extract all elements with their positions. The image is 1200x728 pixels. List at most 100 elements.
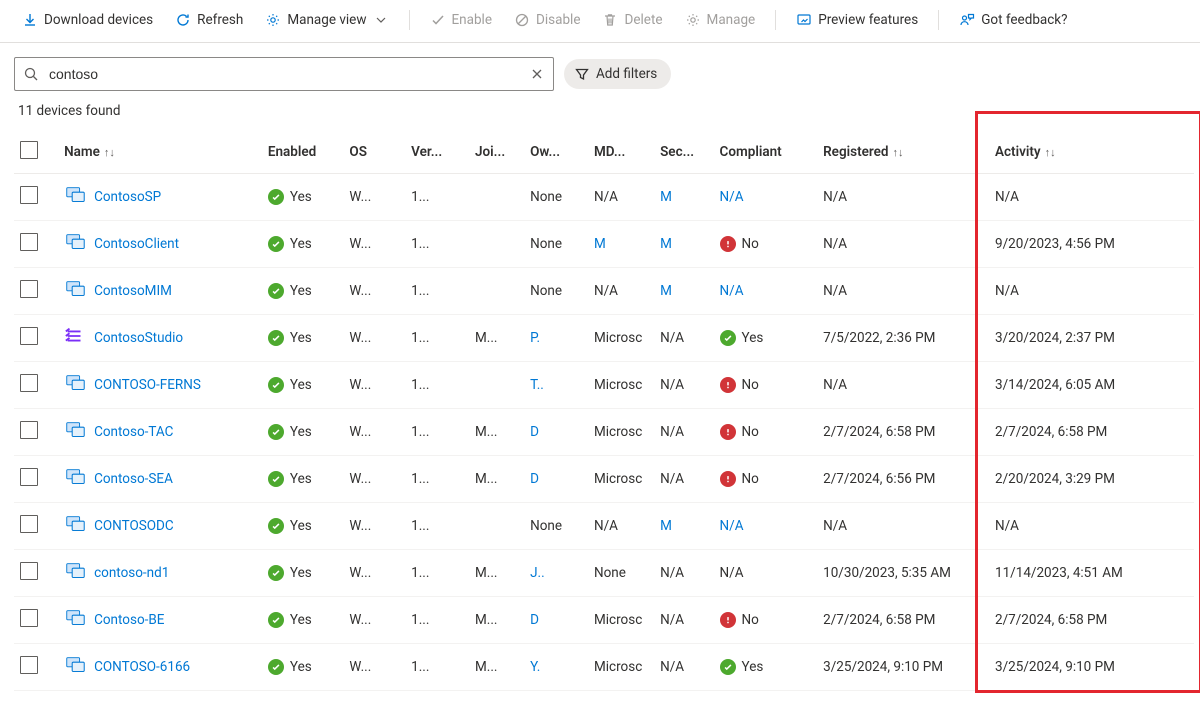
device-name-link[interactable]: CONTOSO-6166 bbox=[94, 659, 190, 675]
owner-link[interactable]: T.. bbox=[530, 377, 544, 393]
cell-name: Contoso-TAC bbox=[58, 409, 262, 456]
cell-mdm: N/A bbox=[588, 174, 654, 221]
col-version[interactable]: Ver... bbox=[405, 131, 469, 174]
compliant-status: Yes bbox=[720, 659, 764, 675]
cell-enabled: Yes bbox=[262, 409, 344, 456]
device-name-link[interactable]: Contoso-BE bbox=[94, 612, 164, 628]
device-name-link[interactable]: CONTOSODC bbox=[94, 518, 174, 534]
cell-mdm: N/A bbox=[588, 268, 654, 315]
mdm-link[interactable]: M bbox=[594, 236, 606, 252]
device-icon bbox=[64, 278, 86, 304]
cell-os: W... bbox=[343, 174, 405, 221]
cell-security: N/A bbox=[654, 550, 713, 597]
col-security[interactable]: Sec... bbox=[654, 131, 713, 174]
col-name[interactable]: Name↑↓ bbox=[58, 131, 262, 174]
col-join[interactable]: Joi... bbox=[469, 131, 524, 174]
row-checkbox[interactable] bbox=[20, 233, 38, 251]
device-name-link[interactable]: Contoso-TAC bbox=[94, 424, 173, 440]
row-checkbox[interactable] bbox=[20, 468, 38, 486]
refresh-button[interactable]: Refresh bbox=[167, 8, 251, 32]
search-input[interactable] bbox=[47, 65, 521, 83]
cell-os: W... bbox=[343, 503, 405, 550]
compliant-na-link[interactable]: N/A bbox=[720, 189, 744, 205]
gear-icon bbox=[685, 12, 701, 28]
cell-name: ContosoSP bbox=[58, 174, 262, 221]
col-compliant[interactable]: Compliant bbox=[714, 131, 818, 174]
col-os[interactable]: OS bbox=[343, 131, 405, 174]
cell-enabled: Yes bbox=[262, 503, 344, 550]
cell-os: W... bbox=[343, 409, 405, 456]
cell-os: W... bbox=[343, 456, 405, 503]
row-checkbox[interactable] bbox=[20, 374, 38, 392]
device-name-link[interactable]: CONTOSO-FERNS bbox=[94, 377, 201, 393]
cell-enabled: Yes bbox=[262, 550, 344, 597]
owner-link[interactable]: P. bbox=[530, 330, 540, 346]
owner-link[interactable]: D bbox=[530, 424, 539, 440]
col-mdm[interactable]: MD... bbox=[588, 131, 654, 174]
cell-join: M... bbox=[469, 550, 524, 597]
device-name-link[interactable]: ContosoSP bbox=[94, 189, 161, 205]
device-name-link[interactable]: Contoso-SEA bbox=[94, 471, 173, 487]
cell-owner: None bbox=[524, 221, 588, 268]
device-name-link[interactable]: ContosoStudio bbox=[94, 330, 183, 346]
download-devices-button[interactable]: Download devices bbox=[14, 8, 161, 32]
security-link[interactable]: M bbox=[660, 518, 672, 534]
row-checkbox[interactable] bbox=[20, 515, 38, 533]
row-checkbox[interactable] bbox=[20, 421, 38, 439]
col-select-all[interactable] bbox=[14, 131, 58, 174]
security-link[interactable]: M bbox=[660, 283, 672, 299]
clear-search-icon[interactable] bbox=[529, 66, 545, 82]
cell-os: W... bbox=[343, 221, 405, 268]
select-all-checkbox[interactable] bbox=[20, 141, 38, 159]
row-checkbox[interactable] bbox=[20, 562, 38, 580]
add-filters-button[interactable]: Add filters bbox=[564, 59, 671, 89]
col-registered[interactable]: Registered↑↓ bbox=[817, 131, 989, 174]
cell-select bbox=[14, 221, 58, 268]
cell-security: N/A bbox=[654, 315, 713, 362]
cell-registered: 2/7/2024, 6:58 PM bbox=[817, 597, 989, 644]
device-name-link[interactable]: ContosoClient bbox=[94, 236, 179, 252]
cell-compliant: Yes bbox=[714, 315, 818, 362]
security-link[interactable]: M bbox=[660, 189, 672, 205]
owner-link[interactable]: D bbox=[530, 471, 539, 487]
cell-owner: None bbox=[524, 503, 588, 550]
cell-activity: 9/20/2023, 4:56 PM bbox=[989, 221, 1194, 268]
cell-version: 1... bbox=[405, 456, 469, 503]
table-row: ContosoSP YesW...1...NoneN/AMN/AN/AN/A bbox=[14, 174, 1194, 221]
cell-version: 1... bbox=[405, 221, 469, 268]
row-checkbox[interactable] bbox=[20, 186, 38, 204]
cell-name: ContosoMIM bbox=[58, 268, 262, 315]
cell-select bbox=[14, 456, 58, 503]
cell-compliant: N/A bbox=[714, 550, 818, 597]
col-owner[interactable]: Ow... bbox=[524, 131, 588, 174]
row-checkbox[interactable] bbox=[20, 656, 38, 674]
success-icon bbox=[268, 471, 284, 487]
download-devices-label: Download devices bbox=[44, 12, 153, 28]
preview-features-button[interactable]: Preview features bbox=[788, 8, 926, 32]
cell-registered: 10/30/2023, 5:35 AM bbox=[817, 550, 989, 597]
row-checkbox[interactable] bbox=[20, 280, 38, 298]
compliant-na-link[interactable]: N/A bbox=[720, 518, 744, 534]
manage-view-button[interactable]: Manage view bbox=[257, 8, 396, 32]
enabled-status: Yes bbox=[268, 518, 312, 534]
device-name-link[interactable]: contoso-nd1 bbox=[94, 565, 169, 581]
cell-enabled: Yes bbox=[262, 174, 344, 221]
col-activity[interactable]: Activity↑↓ bbox=[989, 131, 1194, 174]
row-checkbox[interactable] bbox=[20, 609, 38, 627]
compliant-na-link[interactable]: N/A bbox=[720, 283, 744, 299]
cell-enabled: Yes bbox=[262, 597, 344, 644]
owner-link[interactable]: J.. bbox=[530, 565, 545, 581]
download-icon bbox=[22, 12, 38, 28]
owner-link[interactable]: Y. bbox=[530, 659, 540, 675]
feedback-button[interactable]: Got feedback? bbox=[951, 8, 1075, 32]
cell-activity: 3/25/2024, 9:10 PM bbox=[989, 644, 1194, 691]
owner-link[interactable]: D bbox=[530, 612, 539, 628]
cell-compliant: N/A bbox=[714, 268, 818, 315]
security-link[interactable]: M bbox=[660, 236, 672, 252]
device-name-link[interactable]: ContosoMIM bbox=[94, 283, 172, 299]
cell-version: 1... bbox=[405, 362, 469, 409]
col-enabled[interactable]: Enabled bbox=[262, 131, 344, 174]
search-box[interactable] bbox=[14, 57, 554, 91]
table-row: Contoso-BE YesW...1...M...DMicroscN/A No… bbox=[14, 597, 1194, 644]
row-checkbox[interactable] bbox=[20, 327, 38, 345]
